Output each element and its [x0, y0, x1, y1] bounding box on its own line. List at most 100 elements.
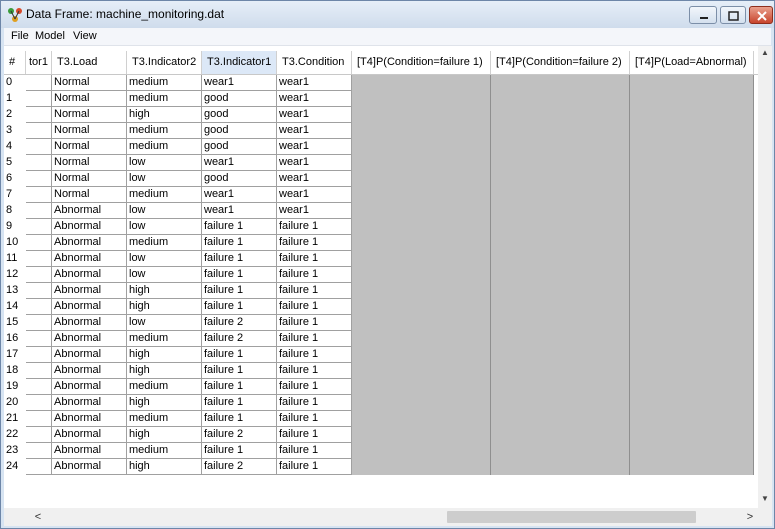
- cell-t3-load[interactable]: Normal: [52, 139, 127, 155]
- cell-p-failure2[interactable]: [491, 139, 630, 155]
- row-index[interactable]: 21: [4, 411, 26, 427]
- cell-tor1[interactable]: [26, 75, 52, 91]
- cell-tor1[interactable]: [26, 91, 52, 107]
- menu-model[interactable]: Model: [35, 30, 65, 42]
- cell-t3-condition[interactable]: failure 1: [277, 315, 352, 331]
- cell-t3-indicator1[interactable]: failure 1: [202, 283, 277, 299]
- row-index[interactable]: 3: [4, 123, 26, 139]
- cell-tor1[interactable]: [26, 315, 52, 331]
- close-button[interactable]: [749, 6, 773, 24]
- cell-t3-indicator1[interactable]: failure 2: [202, 315, 277, 331]
- cell-p-failure1[interactable]: [352, 75, 491, 91]
- cell-t3-indicator1[interactable]: failure 1: [202, 235, 277, 251]
- scroll-left-icon[interactable]: <: [30, 508, 46, 526]
- cell-p-failure1[interactable]: [352, 235, 491, 251]
- header-t3-condition[interactable]: T3.Condition: [277, 51, 352, 74]
- cell-t3-condition[interactable]: wear1: [277, 155, 352, 171]
- row-index[interactable]: 5: [4, 155, 26, 171]
- header-p-failure1[interactable]: [T4]P(Condition=failure 1): [352, 51, 491, 74]
- cell-t3-indicator1[interactable]: good: [202, 171, 277, 187]
- cell-t3-condition[interactable]: failure 1: [277, 235, 352, 251]
- cell-p-load-abnormal[interactable]: [630, 139, 754, 155]
- cell-t3-condition[interactable]: wear1: [277, 75, 352, 91]
- cell-t3-condition[interactable]: wear1: [277, 171, 352, 187]
- cell-p-failure2[interactable]: [491, 235, 630, 251]
- cell-p-failure2[interactable]: [491, 75, 630, 91]
- cell-p-load-abnormal[interactable]: [630, 283, 754, 299]
- cell-t3-indicator2[interactable]: medium: [127, 187, 202, 203]
- cell-p-failure1[interactable]: [352, 139, 491, 155]
- cell-t3-indicator2[interactable]: low: [127, 203, 202, 219]
- cell-t3-indicator1[interactable]: wear1: [202, 203, 277, 219]
- cell-t3-load[interactable]: Abnormal: [52, 363, 127, 379]
- cell-t3-indicator2[interactable]: low: [127, 171, 202, 187]
- cell-p-load-abnormal[interactable]: [630, 203, 754, 219]
- cell-tor1[interactable]: [26, 443, 52, 459]
- row-index[interactable]: 13: [4, 283, 26, 299]
- cell-t3-load[interactable]: Abnormal: [52, 331, 127, 347]
- row-index[interactable]: 6: [4, 171, 26, 187]
- cell-tor1[interactable]: [26, 155, 52, 171]
- cell-t3-condition[interactable]: failure 1: [277, 427, 352, 443]
- cell-tor1[interactable]: [26, 427, 52, 443]
- cell-p-failure1[interactable]: [352, 155, 491, 171]
- cell-t3-condition[interactable]: failure 1: [277, 331, 352, 347]
- cell-tor1[interactable]: [26, 187, 52, 203]
- cell-p-failure1[interactable]: [352, 187, 491, 203]
- cell-t3-condition[interactable]: failure 1: [277, 219, 352, 235]
- cell-p-load-abnormal[interactable]: [630, 315, 754, 331]
- cell-t3-load[interactable]: Normal: [52, 187, 127, 203]
- cell-tor1[interactable]: [26, 283, 52, 299]
- cell-p-load-abnormal[interactable]: [630, 299, 754, 315]
- cell-p-failure1[interactable]: [352, 283, 491, 299]
- cell-t3-indicator1[interactable]: failure 2: [202, 459, 277, 475]
- cell-t3-indicator2[interactable]: high: [127, 459, 202, 475]
- cell-tor1[interactable]: [26, 107, 52, 123]
- cell-t3-condition[interactable]: failure 1: [277, 299, 352, 315]
- row-index[interactable]: 20: [4, 395, 26, 411]
- cell-t3-indicator2[interactable]: high: [127, 427, 202, 443]
- menu-file[interactable]: File: [11, 30, 29, 42]
- cell-t3-indicator1[interactable]: failure 2: [202, 427, 277, 443]
- cell-p-load-abnormal[interactable]: [630, 443, 754, 459]
- cell-p-failure1[interactable]: [352, 219, 491, 235]
- cell-p-load-abnormal[interactable]: [630, 459, 754, 475]
- cell-p-failure1[interactable]: [352, 107, 491, 123]
- scroll-up-icon[interactable]: ▲: [758, 46, 772, 60]
- cell-t3-load[interactable]: Abnormal: [52, 443, 127, 459]
- row-index[interactable]: 19: [4, 379, 26, 395]
- cell-t3-load[interactable]: Abnormal: [52, 251, 127, 267]
- row-index[interactable]: 4: [4, 139, 26, 155]
- cell-p-failure1[interactable]: [352, 347, 491, 363]
- cell-p-failure1[interactable]: [352, 427, 491, 443]
- cell-tor1[interactable]: [26, 347, 52, 363]
- cell-tor1[interactable]: [26, 395, 52, 411]
- cell-tor1[interactable]: [26, 235, 52, 251]
- cell-t3-indicator1[interactable]: failure 1: [202, 251, 277, 267]
- cell-p-load-abnormal[interactable]: [630, 427, 754, 443]
- cell-t3-load[interactable]: Abnormal: [52, 379, 127, 395]
- cell-t3-condition[interactable]: wear1: [277, 107, 352, 123]
- cell-p-failure2[interactable]: [491, 459, 630, 475]
- cell-t3-load[interactable]: Normal: [52, 155, 127, 171]
- cell-t3-condition[interactable]: failure 1: [277, 395, 352, 411]
- cell-p-failure1[interactable]: [352, 299, 491, 315]
- cell-p-failure2[interactable]: [491, 251, 630, 267]
- cell-p-load-abnormal[interactable]: [630, 411, 754, 427]
- row-index[interactable]: 7: [4, 187, 26, 203]
- cell-tor1[interactable]: [26, 203, 52, 219]
- cell-p-load-abnormal[interactable]: [630, 235, 754, 251]
- header-tor1[interactable]: tor1: [26, 51, 52, 74]
- header-index[interactable]: #: [4, 51, 26, 74]
- cell-t3-load[interactable]: Abnormal: [52, 315, 127, 331]
- cell-p-failure2[interactable]: [491, 171, 630, 187]
- cell-p-failure2[interactable]: [491, 203, 630, 219]
- cell-p-load-abnormal[interactable]: [630, 171, 754, 187]
- data-grid[interactable]: # tor1 T3.Load T3.Indicator2 T3.Indicato…: [4, 46, 772, 508]
- cell-tor1[interactable]: [26, 267, 52, 283]
- cell-tor1[interactable]: [26, 331, 52, 347]
- cell-p-load-abnormal[interactable]: [630, 91, 754, 107]
- cell-p-failure2[interactable]: [491, 395, 630, 411]
- cell-t3-load[interactable]: Normal: [52, 75, 127, 91]
- cell-t3-load[interactable]: Abnormal: [52, 267, 127, 283]
